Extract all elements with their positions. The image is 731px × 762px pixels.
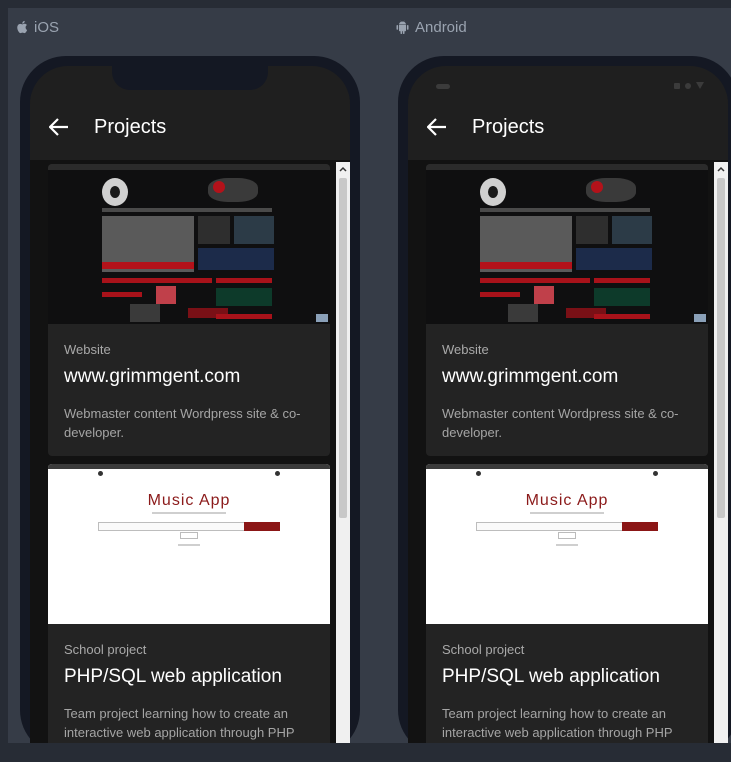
app-bar: Projects <box>30 94 350 160</box>
scroll-thumb[interactable] <box>717 178 725 518</box>
project-description: Webmaster content Wordpress site & co-de… <box>64 406 301 440</box>
android-device-frame: Projects Website www.grimmgent.com Webma… <box>398 56 731 743</box>
project-thumbnail <box>48 164 330 324</box>
project-category: School project <box>64 642 147 657</box>
project-title: www.grimmgent.com <box>442 366 619 387</box>
project-title: PHP/SQL web application <box>442 666 660 687</box>
thumbnail-title: Music App <box>525 492 609 509</box>
project-card[interactable]: Website www.grimmgent.com Webmaster cont… <box>48 164 330 456</box>
square-status-icon <box>674 82 680 89</box>
project-category: School project <box>442 642 525 657</box>
page-title: Projects <box>94 115 167 138</box>
scrollbar[interactable] <box>336 162 350 743</box>
ios-screen: Projects Website www.grimmgent.com Webma… <box>30 66 350 743</box>
platform-label-android: Android <box>396 16 467 38</box>
project-description: Team project learning how to create an i… <box>64 706 295 740</box>
project-thumbnail: Music App <box>48 464 330 624</box>
project-category: Website <box>442 342 489 357</box>
scroll-thumb[interactable] <box>339 178 347 518</box>
android-icon <box>396 20 409 34</box>
project-description: Team project learning how to create an i… <box>442 706 673 740</box>
ios-device-frame: Projects Website www.grimmgent.com Webma… <box>20 56 360 743</box>
project-title: PHP/SQL web application <box>64 666 282 687</box>
projects-list: Website www.grimmgent.com Webmaster cont… <box>408 160 728 743</box>
back-button[interactable] <box>44 112 74 142</box>
projects-list: Website www.grimmgent.com Webmaster cont… <box>30 160 350 743</box>
chevron-up-icon <box>339 166 347 172</box>
android-screen: Projects Website www.grimmgent.com Webma… <box>408 66 728 743</box>
scroll-up-button[interactable] <box>714 162 728 176</box>
circle-status-icon <box>685 82 691 89</box>
apple-icon <box>16 20 28 34</box>
scrollbar[interactable] <box>714 162 728 743</box>
back-button[interactable] <box>422 112 452 142</box>
arrow-left-icon <box>49 118 68 136</box>
triangle-status-icon <box>696 82 704 89</box>
project-description: Webmaster content Wordpress site & co-de… <box>442 406 679 440</box>
preview-stage: iOS Android Projects Website www.grimmge… <box>8 8 731 743</box>
platform-label-ios: iOS <box>16 16 59 38</box>
app-bar: Projects <box>408 94 728 160</box>
project-category: Website <box>64 342 111 357</box>
scroll-up-button[interactable] <box>336 162 350 176</box>
project-thumbnail: Music App <box>426 464 708 624</box>
status-bar-indicator <box>436 84 450 89</box>
project-card[interactable]: Website www.grimmgent.com Webmaster cont… <box>426 164 708 456</box>
page-title: Projects <box>472 115 545 138</box>
arrow-left-icon <box>427 118 446 136</box>
platform-label-text: iOS <box>34 18 60 36</box>
thumbnail-title: Music App <box>147 492 231 509</box>
project-card[interactable]: Music App School project PHP/SQL web app… <box>426 464 708 743</box>
chevron-up-icon <box>717 166 725 172</box>
project-card[interactable]: Music App School project PHP/SQL web app… <box>48 464 330 743</box>
platform-label-text: Android <box>415 18 467 36</box>
status-bar-icons <box>674 82 704 89</box>
project-thumbnail <box>426 164 708 324</box>
project-title: www.grimmgent.com <box>64 366 241 387</box>
notch <box>112 66 268 90</box>
